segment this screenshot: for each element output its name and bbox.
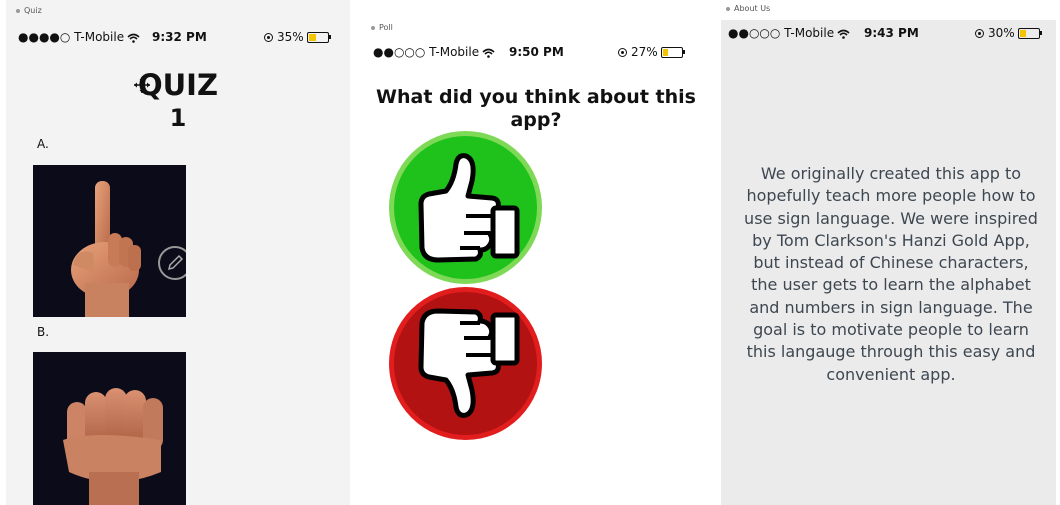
rotation-lock-icon [264,33,273,42]
poll-tab-caption: Poll [371,23,393,32]
status-bar: ●●○○○ T-Mobile 9:43 PM 30% [721,26,1056,42]
battery-icon [306,32,331,43]
battery-icon [1017,28,1042,39]
battery-status: 30% [975,26,1042,40]
thumbs-down-icon [418,308,520,418]
thumbs-down-button[interactable] [389,287,542,440]
quiz-screen: Quiz ●●●●○ T-Mobile 9:32 PM 35% QUIZ 1 A… [6,0,350,505]
move-cursor-icon [134,77,150,93]
tab-dot-icon [16,8,20,13]
battery-status: 35% [264,30,331,44]
wifi-icon [837,29,850,39]
poll-question: What did you think about this app? [376,86,696,131]
status-time: 9:43 PM [864,26,919,40]
about-text: We originally created this app to hopefu… [744,164,1038,384]
status-time: 9:50 PM [509,45,564,59]
option-b-image[interactable] [33,352,186,505]
option-b-label: B. [37,325,50,339]
edit-button[interactable] [158,246,186,280]
quiz-tab-caption: Quiz [16,6,42,15]
status-bar: ●●○○○ T-Mobile 9:50 PM 27% [356,45,716,61]
status-time: 9:32 PM [152,30,207,44]
about-tab-caption: About Us [726,4,770,13]
poll-screen: Poll ●●○○○ T-Mobile 9:50 PM 27% What did… [356,0,716,505]
option-a-label: A. [37,137,49,151]
hand-sign-one-icon [71,181,141,317]
carrier-signal: ●●●●○ T-Mobile [18,30,140,44]
thumbs-up-icon [418,153,520,263]
wifi-icon [482,48,495,58]
carrier-signal: ●●○○○ T-Mobile [728,26,850,40]
wifi-icon [127,33,140,43]
quiz-title: QUIZ [137,68,219,102]
hand-sign-a-fist-icon [63,388,163,505]
battery-status: 27% [618,45,685,59]
thumbs-up-button[interactable] [389,131,542,284]
quiz-number: 1 [169,104,187,132]
option-a-image[interactable] [33,165,186,317]
rotation-lock-icon [975,29,984,38]
status-bar: ●●●●○ T-Mobile 9:32 PM 35% [6,30,350,46]
pencil-icon [167,254,184,271]
battery-icon [660,47,685,58]
rotation-lock-icon [618,48,627,57]
about-screen: ●●○○○ T-Mobile 9:43 PM 30% We originally… [721,20,1056,505]
tab-dot-icon [371,25,375,30]
tab-dot-icon [726,6,730,11]
carrier-signal: ●●○○○ T-Mobile [373,45,495,59]
